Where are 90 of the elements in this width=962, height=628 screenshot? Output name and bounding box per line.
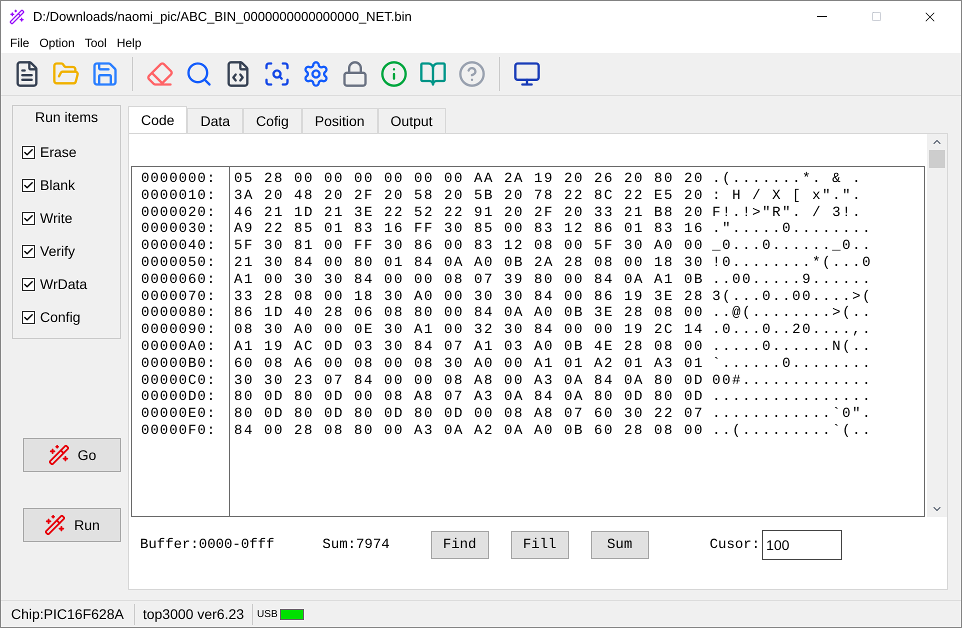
address-cell-text: 0000010: <box>141 188 218 205</box>
hex-bytes: 86 1D 40 28 06 08 80 00 84 0A A0 0B 3E 28 08 00 <box>234 305 704 322</box>
hex-bytes: 5F 30 81 00 FF 30 86 00 83 12 08 00 5F 30 A0 00 <box>234 238 704 255</box>
hex-bytes: 08 30 A0 00 0E 30 A1 00 32 30 84 00 00 19 2C 14 <box>234 322 704 339</box>
checkbox-label: Verify <box>40 242 76 261</box>
checkbox-label: WrData <box>40 275 88 294</box>
minimize-icon <box>817 16 827 17</box>
checkbox[interactable] <box>22 146 35 159</box>
ascii-text: ..@(........>(.. <box>712 305 872 322</box>
checkbox[interactable] <box>22 278 35 291</box>
ascii-text: !0........*(...0 <box>712 254 872 272</box>
address-cell-text: 0000070: <box>141 288 218 306</box>
address-cell-text: 00000A0: <box>141 338 218 356</box>
ascii-text: 3(...0..00....>( <box>712 288 872 306</box>
menu-item[interactable]: File <box>5 34 34 52</box>
address-cell-text: 00000F0: <box>141 422 218 440</box>
hex-bytes: 46 21 1D 21 3E 22 52 22 91 20 2F 20 33 21 B8 20 <box>234 204 704 222</box>
checkbox[interactable] <box>22 179 35 192</box>
ascii-text: .....0......N(.. <box>712 338 872 356</box>
address-cell-text: 0000000: <box>141 171 218 188</box>
wand-icon <box>44 514 66 536</box>
scroll-thumb[interactable] <box>929 150 945 168</box>
checkbox-label: Config <box>40 308 80 327</box>
action-button[interactable]: Run <box>23 508 121 542</box>
wand-icon <box>48 444 70 466</box>
ascii-text: 00#............. <box>712 372 872 390</box>
checkbox[interactable] <box>22 311 35 324</box>
address-cell-text: 00000E0: <box>141 406 218 423</box>
hex-bytes: 80 0D 80 0D 80 0D 80 0D 00 08 A8 07 60 30 22 07 <box>234 406 704 423</box>
hex-bytes: 21 30 84 00 80 01 84 0A A0 0B 2A 28 08 00 18 30 <box>234 254 704 272</box>
hex-bytes: 33 28 08 00 18 30 A0 00 30 30 84 00 86 19 3E 28 <box>234 288 704 306</box>
checkbox-label: Write <box>40 209 72 228</box>
version-status: top3000 ver6.23 <box>134 604 254 624</box>
address-cell-text: 0000050: <box>141 254 218 272</box>
maximize-icon <box>870 11 882 22</box>
hex-bytes: 84 00 28 08 80 00 A3 0A A2 0A A0 0B 60 28 08 00 <box>234 422 704 440</box>
ascii-text: _0...0......_0.. <box>712 238 872 255</box>
ascii-text: `......0........ <box>712 356 872 373</box>
hex-bytes: A1 00 30 30 84 00 00 08 07 39 80 00 84 0A A1 0B <box>234 272 704 289</box>
chip-status: Chip:PIC16F628A <box>1 604 135 624</box>
ascii-text: F!.!>"R". / 3!. <box>712 204 864 222</box>
window-title: D:/Downloads/naomi_pic/ABC_BIN_0000000000000000_NET.bin <box>33 8 412 26</box>
hex-bytes: A1 19 AC 0D 03 30 84 07 A1 03 A0 0B 4E 28 08 00 <box>234 338 704 356</box>
menu-item[interactable]: Option <box>34 34 80 52</box>
ascii-text: ............`0". <box>712 406 872 423</box>
address-cell-text: 0000030: <box>141 221 218 238</box>
checkbox[interactable] <box>22 245 35 258</box>
action-button[interactable]: Go <box>23 438 121 472</box>
hex-bytes: 30 30 23 07 84 00 00 08 A8 00 A3 0A 84 0A 80 0D <box>234 372 704 390</box>
hex-bytes: 05 28 00 00 00 00 00 00 AA 2A 19 20 26 20 80 20 <box>234 171 704 188</box>
ascii-text: ................ <box>712 389 872 406</box>
ascii-text: ..00.....9...... <box>712 272 872 289</box>
menu-item[interactable]: Help <box>112 34 146 52</box>
ascii-text: .0...0..20....,. <box>712 322 872 339</box>
scrollbar[interactable] <box>927 134 947 517</box>
address-cell-text: 0000080: <box>141 305 218 322</box>
checkbox[interactable] <box>22 212 35 225</box>
tab[interactable]: Position <box>302 108 378 133</box>
checkbox-label: Blank <box>40 176 76 195</box>
ascii-text: .(.......*. & . <box>712 171 864 188</box>
app-icon <box>9 8 25 24</box>
address-cell-text: 0000090: <box>141 322 218 339</box>
menu-item[interactable]: Tool <box>80 34 112 52</box>
hex-bytes: 3A 20 48 20 2F 20 58 20 5B 20 78 22 8C 22 E5 20 <box>234 188 704 205</box>
ascii-text: : H / X [ x".". <box>712 188 864 205</box>
checkbox-label: Erase <box>40 143 77 162</box>
tab[interactable]: Code <box>128 106 188 133</box>
cursor-field[interactable]: 100 <box>762 530 842 560</box>
address-cell-text: 0000060: <box>141 272 218 289</box>
hex-bytes: 60 08 A6 00 08 00 08 30 A0 00 A1 01 A2 01 A3 01 <box>234 356 704 373</box>
address-cell-text: 00000D0: <box>141 389 218 406</box>
address-cell-text: 00000B0: <box>141 356 218 373</box>
address-cell-text: 0000040: <box>141 238 218 255</box>
tab[interactable]: Output <box>378 108 446 133</box>
address-cell-text: 00000C0: <box>141 372 218 390</box>
ascii-text: .".....0........ <box>712 221 872 238</box>
address-cell-text: 0000020: <box>141 204 218 222</box>
tab[interactable]: Data <box>187 108 244 133</box>
tab[interactable]: Cofig <box>243 108 302 133</box>
panel-title: Run items <box>34 108 98 127</box>
tool-button[interactable]: Find <box>430 531 489 559</box>
cursor-label: Cusor: <box>710 536 760 554</box>
tool-button[interactable]: Fill <box>510 531 569 559</box>
checksum: Sum:7974 <box>322 536 390 554</box>
hex-bytes: A9 22 85 01 83 16 FF 30 85 00 83 12 86 01 83 16 <box>234 221 704 238</box>
ascii-text: ..(.........`(.. <box>712 422 872 440</box>
usb-label: USB <box>256 608 278 622</box>
hex-bytes: 80 0D 80 0D 00 08 A8 07 A3 0A 84 0A 80 0D 80 0D <box>234 389 704 406</box>
buffer-range: Buffer:0000-0fff <box>140 536 274 554</box>
tool-button[interactable]: Sum <box>590 531 649 559</box>
